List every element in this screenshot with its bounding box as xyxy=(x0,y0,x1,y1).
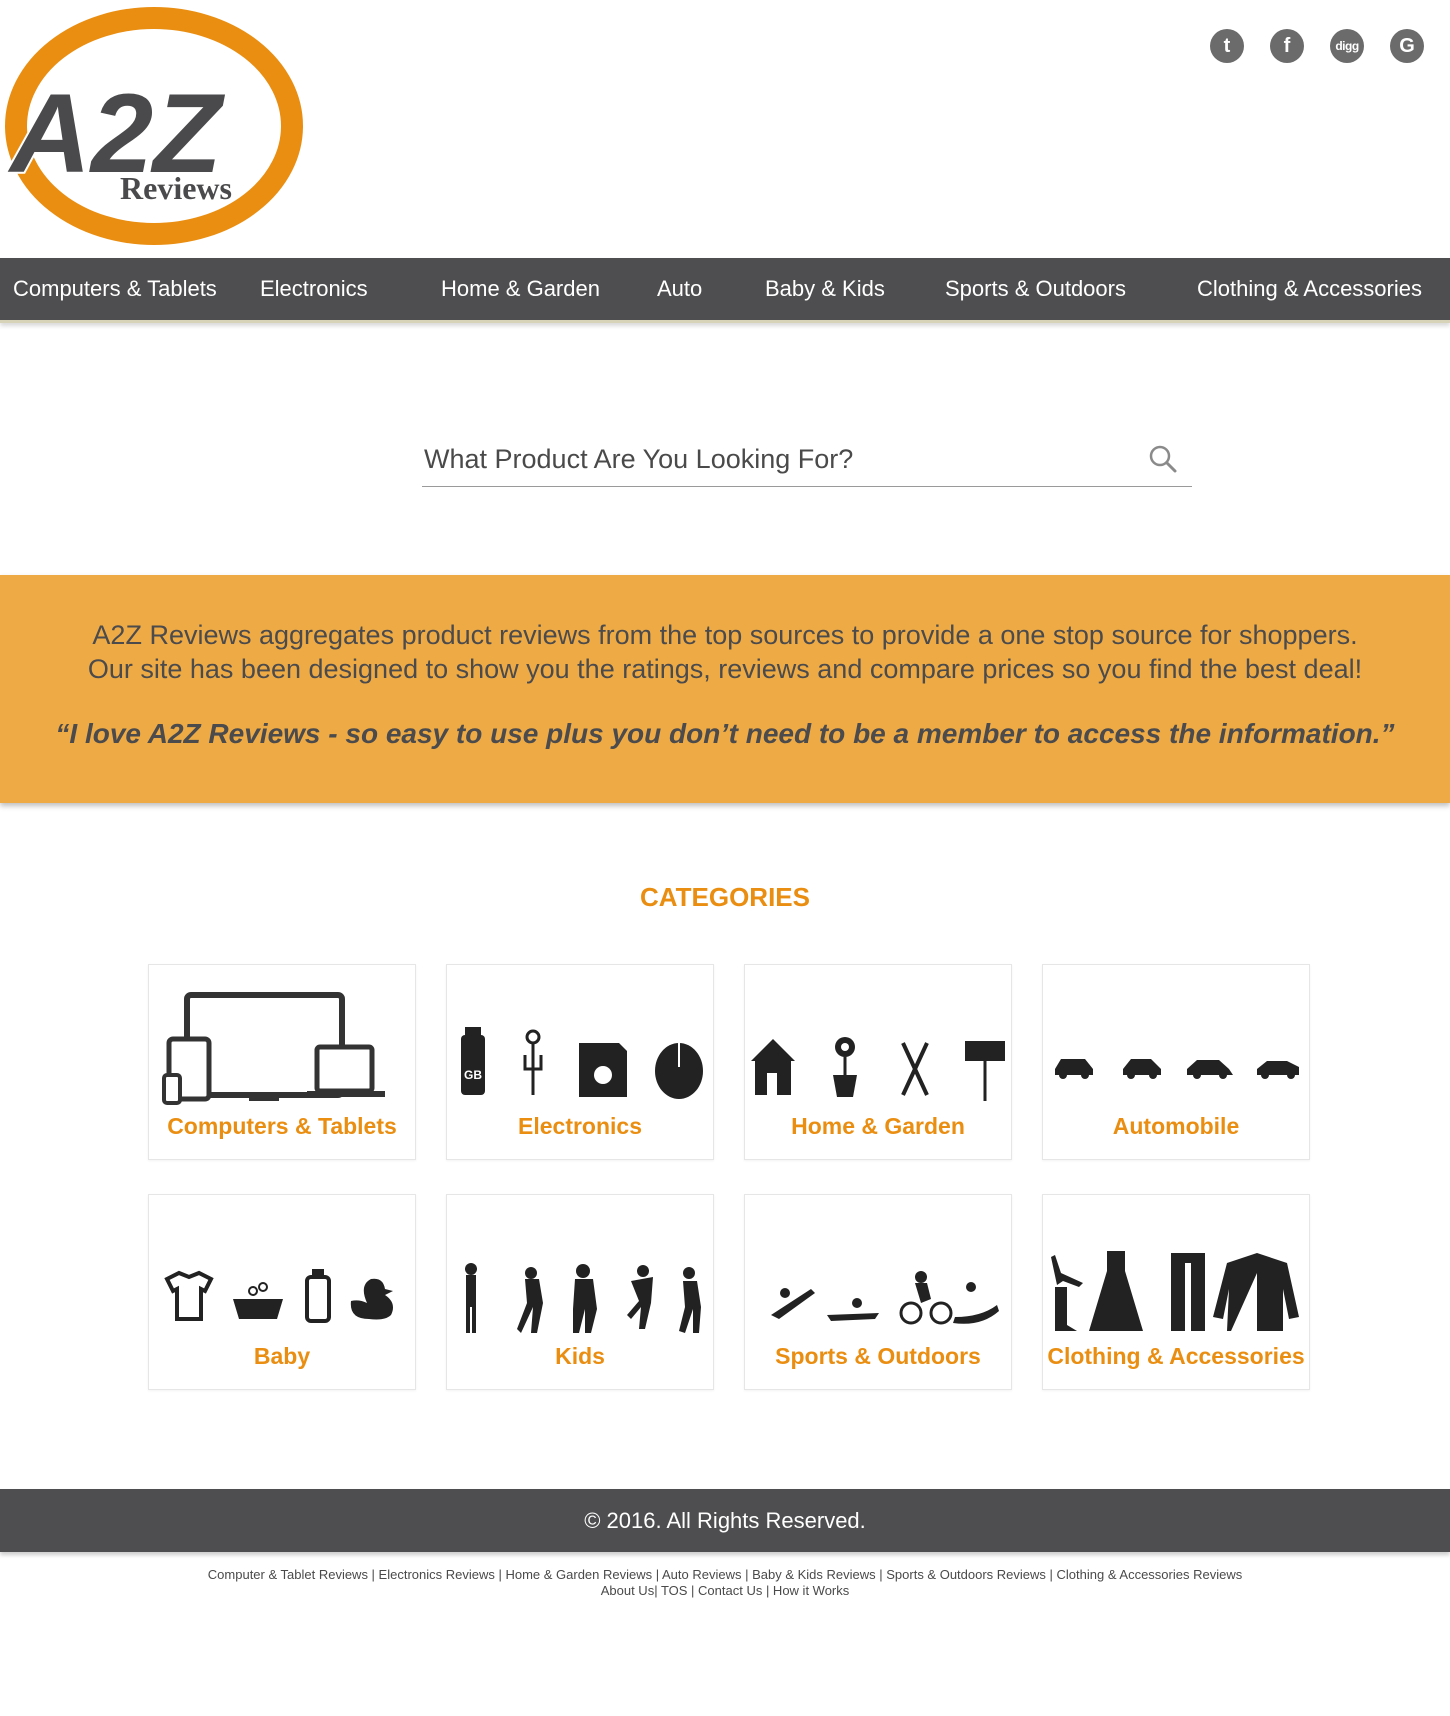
facebook-icon[interactable]: f xyxy=(1270,29,1304,63)
nav-computers-tablets[interactable]: Computers & Tablets xyxy=(13,258,217,320)
category-label: Electronics xyxy=(518,1113,642,1139)
category-label: Automobile xyxy=(1112,1113,1240,1139)
intro-line-1: A2Z Reviews aggregates product reviews f… xyxy=(92,620,1358,650)
search-icon[interactable] xyxy=(1148,444,1178,474)
footer-links-row-2[interactable]: About Us| TOS | Contact Us | How it Work… xyxy=(0,1583,1450,1599)
nav-home-garden[interactable]: Home & Garden xyxy=(441,258,600,320)
categories-heading: CATEGORIES xyxy=(640,882,810,912)
social-links: t f digg G xyxy=(1210,29,1424,63)
nav-baby-kids[interactable]: Baby & Kids xyxy=(765,258,885,320)
category-card-kids[interactable]: Kids xyxy=(446,1194,714,1390)
category-card-baby[interactable]: Baby xyxy=(148,1194,416,1390)
category-label: Sports & Outdoors xyxy=(775,1343,981,1369)
intro-banner: A2Z Reviews aggregates product reviews f… xyxy=(0,575,1450,803)
sports-icon xyxy=(771,1271,999,1325)
footer-links: Computer & Tablet Reviews | Electronics … xyxy=(0,1567,1450,1599)
cars-icon xyxy=(1055,1059,1299,1079)
copyright-text: © 2016. All Rights Reserved. xyxy=(584,1508,866,1533)
footer-bar: © 2016. All Rights Reserved. xyxy=(0,1489,1450,1552)
devices-icon xyxy=(162,992,385,1105)
intro-line-2: Our site has been designed to show you t… xyxy=(87,654,1363,684)
home-garden-icon xyxy=(751,1037,1005,1101)
category-card-clothing-accessories[interactable]: Clothing & Accessories xyxy=(1042,1194,1310,1390)
electronics-icon: GB xyxy=(461,1027,703,1099)
search-bar[interactable]: What Product Are You Looking For? xyxy=(422,436,1192,487)
category-card-computers-tablets[interactable]: Computers & Tablets xyxy=(148,964,416,1160)
google-icon[interactable]: G xyxy=(1390,29,1424,63)
digg-icon[interactable]: digg xyxy=(1330,29,1364,63)
baby-icon xyxy=(164,1269,393,1323)
nav-electronics[interactable]: Electronics xyxy=(260,258,368,320)
twitter-icon[interactable]: t xyxy=(1210,29,1244,63)
category-label: Kids xyxy=(555,1343,605,1369)
nav-auto[interactable]: Auto xyxy=(657,258,702,320)
category-card-automobile[interactable]: Automobile xyxy=(1042,964,1310,1160)
category-card-electronics[interactable]: GB Electronics xyxy=(446,964,714,1160)
clothing-icon xyxy=(1051,1251,1299,1331)
category-label: Baby xyxy=(253,1343,311,1369)
category-card-sports-outdoors[interactable]: Sports & Outdoors xyxy=(744,1194,1012,1390)
category-label: Computers & Tablets xyxy=(167,1113,397,1139)
site-logo[interactable]: A2Z Reviews xyxy=(4,4,304,247)
category-label: Home & Garden xyxy=(791,1113,965,1139)
svg-text:GB: GB xyxy=(464,1068,482,1082)
category-card-home-garden[interactable]: Home & Garden xyxy=(744,964,1012,1160)
search-input[interactable]: What Product Are You Looking For? xyxy=(424,444,853,475)
nav-clothing-accessories[interactable]: Clothing & Accessories xyxy=(1197,258,1422,320)
category-label: Clothing & Accessories xyxy=(1047,1343,1305,1369)
footer-links-row-1[interactable]: Computer & Tablet Reviews | Electronics … xyxy=(0,1567,1450,1583)
main-nav: Computers & Tablets Electronics Home & G… xyxy=(0,258,1450,323)
testimonial-quote: “I love A2Z Reviews - so easy to use plu… xyxy=(55,718,1395,749)
logo-subtitle: Reviews xyxy=(120,170,232,206)
nav-sports-outdoors[interactable]: Sports & Outdoors xyxy=(945,258,1126,320)
kids-icon xyxy=(465,1263,701,1333)
